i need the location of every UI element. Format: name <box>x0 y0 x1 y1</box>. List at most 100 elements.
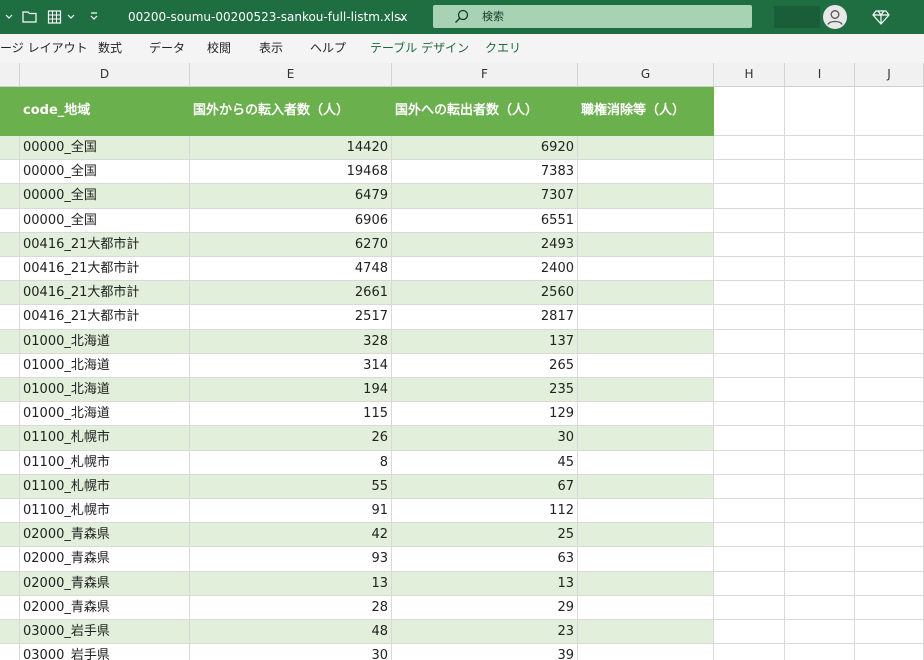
table-cell[interactable]: 194 <box>190 378 392 402</box>
table-cell[interactable]: 19468 <box>190 160 392 184</box>
sheet-grid[interactable]: code_地域 国外からの転入者数（人） 国外への転出者数（人） 職権消除等（人） 00… <box>0 87 924 660</box>
table-cell[interactable]: 13 <box>392 572 578 596</box>
table-cell[interactable] <box>0 402 20 426</box>
table-header-cell[interactable]: 国外への転出者数（人） <box>392 87 578 136</box>
empty-cell[interactable] <box>855 281 924 305</box>
empty-cell[interactable] <box>714 547 785 572</box>
table-cell[interactable]: 42 <box>190 523 392 547</box>
table-cell[interactable]: 6920 <box>392 136 578 160</box>
menu-query[interactable]: クエリ <box>485 34 521 63</box>
empty-cell[interactable] <box>714 257 785 281</box>
table-cell[interactable] <box>0 354 20 378</box>
table-cell[interactable] <box>578 451 714 475</box>
table-cell[interactable] <box>578 426 714 451</box>
table-cell[interactable]: 265 <box>392 354 578 378</box>
table-cell[interactable]: 02000_青森県 <box>20 596 190 620</box>
empty-cell[interactable] <box>855 330 924 354</box>
table-cell[interactable] <box>578 572 714 596</box>
table-cell[interactable]: 28 <box>190 596 392 620</box>
empty-cell[interactable] <box>714 572 785 596</box>
table-cell[interactable]: 2661 <box>190 281 392 305</box>
table-cell[interactable]: 30 <box>392 426 578 451</box>
table-cell[interactable] <box>0 572 20 596</box>
table-cell[interactable]: 01100_札幌市 <box>20 475 190 499</box>
table-cell[interactable] <box>578 136 714 160</box>
table-cell[interactable]: 55 <box>190 475 392 499</box>
table-cell[interactable] <box>0 644 20 660</box>
table-cell[interactable]: 01000_北海道 <box>20 330 190 354</box>
empty-cell[interactable] <box>785 572 855 596</box>
table-cell[interactable]: 6270 <box>190 233 392 257</box>
table-cell[interactable]: 7307 <box>392 184 578 209</box>
empty-cell[interactable] <box>855 475 924 499</box>
table-cell[interactable]: 328 <box>190 330 392 354</box>
table-cell[interactable] <box>578 475 714 499</box>
empty-cell[interactable] <box>785 160 855 184</box>
empty-cell[interactable] <box>785 620 855 644</box>
column-header-i[interactable]: I <box>785 63 855 87</box>
empty-cell[interactable] <box>714 426 785 451</box>
table-cell[interactable]: 314 <box>190 354 392 378</box>
table-cell[interactable] <box>0 257 20 281</box>
table-cell[interactable]: 45 <box>392 451 578 475</box>
table-cell[interactable] <box>578 499 714 523</box>
table-cell[interactable]: 13 <box>190 572 392 596</box>
table-cell[interactable] <box>0 547 20 572</box>
table-cell[interactable]: 01100_札幌市 <box>20 499 190 523</box>
empty-cell[interactable] <box>855 184 924 209</box>
table-cell[interactable]: 25 <box>392 523 578 547</box>
empty-cell[interactable] <box>855 644 924 660</box>
empty-cell[interactable] <box>855 572 924 596</box>
empty-cell[interactable] <box>785 209 855 233</box>
menu-help[interactable]: ヘルプ <box>310 34 346 63</box>
avatar-icon[interactable] <box>823 5 847 29</box>
empty-cell[interactable] <box>714 596 785 620</box>
menu-data[interactable]: データ <box>149 34 185 63</box>
table-cell[interactable]: 93 <box>190 547 392 572</box>
table-cell[interactable] <box>0 330 20 354</box>
table-cell[interactable]: 6551 <box>392 209 578 233</box>
table-cell[interactable]: 00000_全国 <box>20 160 190 184</box>
table-cell[interactable]: 7383 <box>392 160 578 184</box>
table-cell[interactable]: 00000_全国 <box>20 184 190 209</box>
table-cell[interactable] <box>0 596 20 620</box>
table-cell[interactable]: 2517 <box>190 305 392 330</box>
empty-cell[interactable] <box>855 596 924 620</box>
table-cell[interactable] <box>578 620 714 644</box>
table-cell[interactable]: 00416_21大都市計 <box>20 305 190 330</box>
table-cell[interactable]: 14420 <box>190 136 392 160</box>
file-name[interactable]: 00200-soumu-00200523-sankou-full-listm.x… <box>128 0 408 34</box>
table-cell[interactable]: 29 <box>392 596 578 620</box>
table-cell[interactable]: 39 <box>392 644 578 660</box>
empty-cell[interactable] <box>855 160 924 184</box>
search-box[interactable]: 検索 <box>433 5 752 28</box>
empty-cell[interactable] <box>714 523 785 547</box>
empty-cell[interactable] <box>714 87 785 136</box>
empty-cell[interactable] <box>855 87 924 136</box>
table-cell[interactable]: 03000_岩手県 <box>20 644 190 660</box>
empty-cell[interactable] <box>855 233 924 257</box>
table-cell[interactable] <box>0 209 20 233</box>
empty-cell[interactable] <box>855 620 924 644</box>
table-cell[interactable]: 48 <box>190 620 392 644</box>
table-cell[interactable]: 30 <box>190 644 392 660</box>
column-header-d[interactable]: D <box>20 63 190 87</box>
empty-cell[interactable] <box>785 426 855 451</box>
empty-cell[interactable] <box>855 426 924 451</box>
table-cell[interactable] <box>578 330 714 354</box>
table-cell[interactable] <box>0 620 20 644</box>
table-cell[interactable]: 02000_青森県 <box>20 572 190 596</box>
table-cell[interactable]: 2560 <box>392 281 578 305</box>
empty-cell[interactable] <box>714 330 785 354</box>
table-cell[interactable]: 137 <box>392 330 578 354</box>
empty-cell[interactable] <box>785 233 855 257</box>
table-header-cell[interactable]: code_地域 <box>20 87 190 136</box>
empty-cell[interactable] <box>855 523 924 547</box>
table-cell[interactable]: 129 <box>392 402 578 426</box>
empty-cell[interactable] <box>714 451 785 475</box>
table-cell[interactable] <box>578 644 714 660</box>
table-cell[interactable] <box>578 209 714 233</box>
empty-cell[interactable] <box>785 330 855 354</box>
table-cell[interactable] <box>0 160 20 184</box>
table-header-cell[interactable] <box>0 87 20 136</box>
